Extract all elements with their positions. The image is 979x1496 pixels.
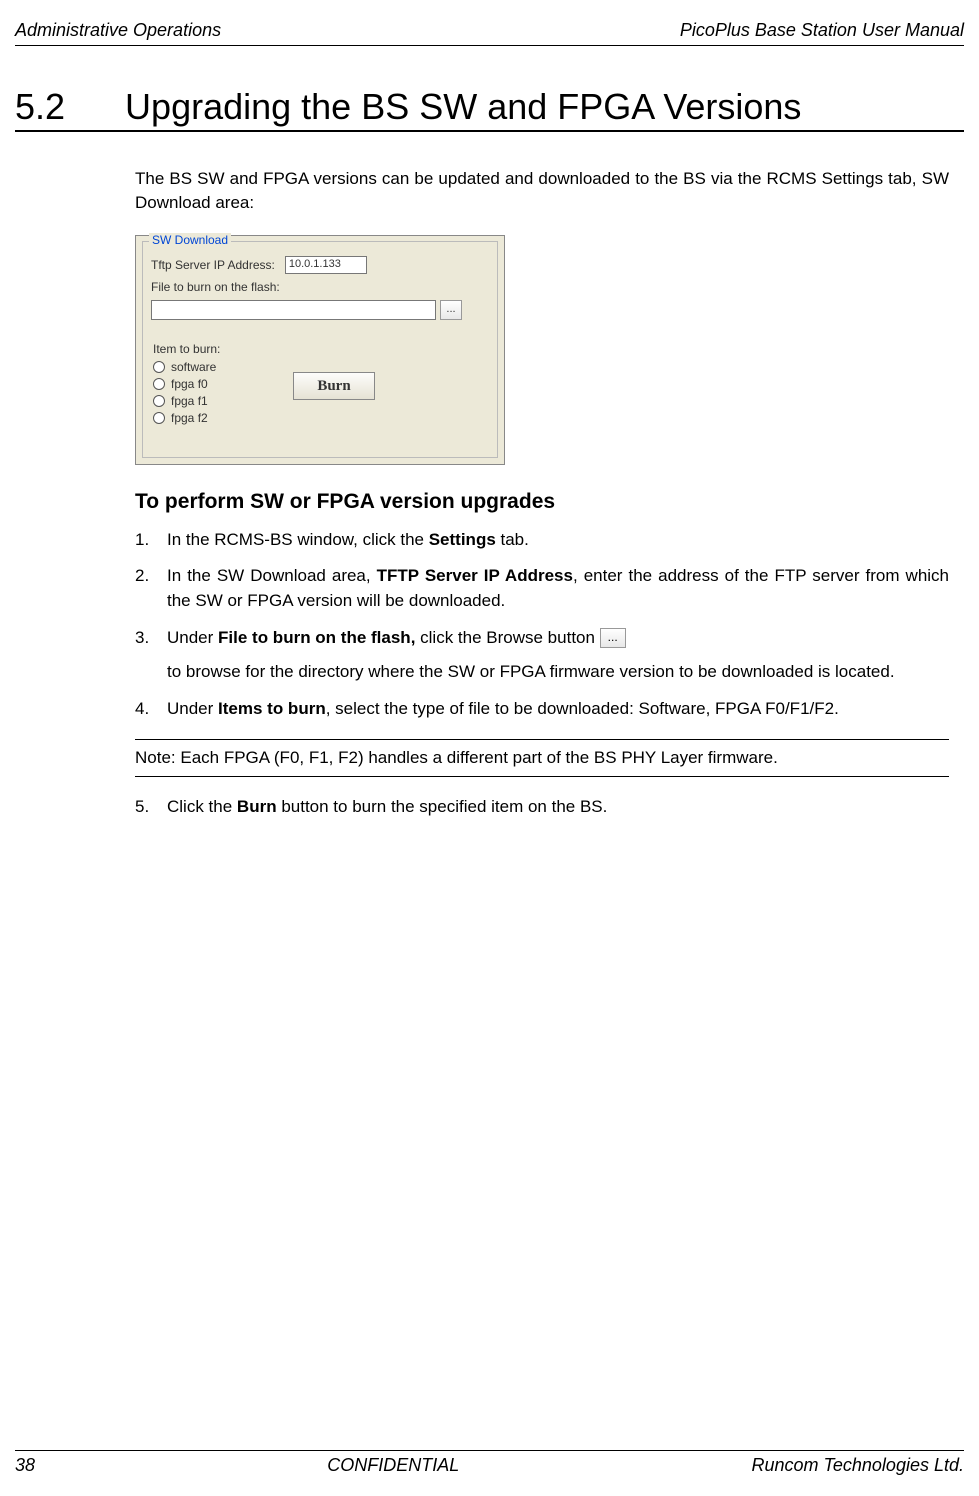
- step-number: 4.: [135, 697, 167, 722]
- step-bold: Items to burn: [218, 699, 326, 718]
- step-text: In the SW Download area,: [167, 566, 377, 585]
- footer-confidential: CONFIDENTIAL: [327, 1455, 459, 1476]
- step-text: button to burn the specified item on the…: [277, 797, 608, 816]
- radio-fpga-f0[interactable]: fpga f0: [153, 377, 230, 391]
- header-right: PicoPlus Base Station User Manual: [680, 20, 964, 41]
- radio-label: fpga f2: [171, 411, 208, 425]
- inline-browse-icon: ...: [600, 628, 626, 648]
- radio-fpga-f2[interactable]: fpga f2: [153, 411, 230, 425]
- header-left: Administrative Operations: [15, 20, 221, 41]
- radio-icon: [153, 412, 165, 424]
- step-text: click the Browse button: [415, 628, 599, 647]
- step-text: Under: [167, 628, 218, 647]
- radio-icon: [153, 361, 165, 373]
- burn-button[interactable]: Burn: [293, 372, 375, 400]
- step-number: 1.: [135, 528, 167, 553]
- step-text: Click the: [167, 797, 237, 816]
- radio-label: fpga f1: [171, 394, 208, 408]
- radio-label: software: [171, 360, 216, 374]
- page-header: Administrative Operations PicoPlus Base …: [15, 20, 964, 46]
- file-burn-label: File to burn on the flash:: [151, 280, 280, 294]
- radio-fpga-f1[interactable]: fpga f1: [153, 394, 230, 408]
- note-block: Note: Each FPGA (F0, F1, F2) handles a d…: [135, 739, 949, 777]
- tftp-label: Tftp Server IP Address:: [151, 258, 275, 272]
- step-3: 3. Under File to burn on the flash, clic…: [135, 626, 949, 685]
- step-bold: Burn: [237, 797, 277, 816]
- section-number: 5.2: [15, 86, 65, 128]
- section-title: 5.2 Upgrading the BS SW and FPGA Version…: [15, 86, 964, 132]
- step-bold: TFTP Server IP Address: [377, 566, 573, 585]
- step-bold: Settings: [429, 530, 496, 549]
- radio-icon: [153, 378, 165, 390]
- footer-company: Runcom Technologies Ltd.: [752, 1455, 964, 1476]
- step-text: In the RCMS-BS window, click the: [167, 530, 429, 549]
- browse-button[interactable]: ...: [440, 300, 462, 320]
- step-number: 2.: [135, 564, 167, 613]
- radio-icon: [153, 395, 165, 407]
- file-path-input[interactable]: [151, 300, 436, 320]
- step-subtext: to browse for the directory where the SW…: [167, 660, 949, 685]
- groupbox-label: SW Download: [149, 233, 231, 247]
- procedure-heading: To perform SW or FPGA version upgrades: [135, 490, 949, 514]
- step-1: 1. In the RCMS-BS window, click the Sett…: [135, 528, 949, 553]
- step-4: 4. Under Items to burn, select the type …: [135, 697, 949, 722]
- step-2: 2. In the SW Download area, TFTP Server …: [135, 564, 949, 613]
- step-number: 5.: [135, 795, 167, 820]
- page-footer: 38 CONFIDENTIAL Runcom Technologies Ltd.: [15, 1450, 964, 1476]
- radio-software[interactable]: software: [153, 360, 230, 374]
- item-burn-label: Item to burn:: [153, 342, 220, 356]
- intro-paragraph: The BS SW and FPGA versions can be updat…: [135, 167, 949, 215]
- sw-download-screenshot: SW Download Tftp Server IP Address: 10.0…: [135, 235, 505, 465]
- section-heading: Upgrading the BS SW and FPGA Versions: [125, 86, 801, 128]
- step-5: 5. Click the Burn button to burn the spe…: [135, 795, 949, 820]
- step-text: Under: [167, 699, 218, 718]
- step-bold: File to burn on the flash,: [218, 628, 415, 647]
- radio-label: fpga f0: [171, 377, 208, 391]
- step-number: 3.: [135, 626, 167, 685]
- step-text: , select the type of file to be download…: [326, 699, 839, 718]
- footer-page-number: 38: [15, 1455, 35, 1476]
- tftp-ip-input[interactable]: 10.0.1.133: [285, 256, 367, 274]
- sw-download-groupbox: SW Download Tftp Server IP Address: 10.0…: [142, 241, 498, 458]
- step-text: tab.: [496, 530, 529, 549]
